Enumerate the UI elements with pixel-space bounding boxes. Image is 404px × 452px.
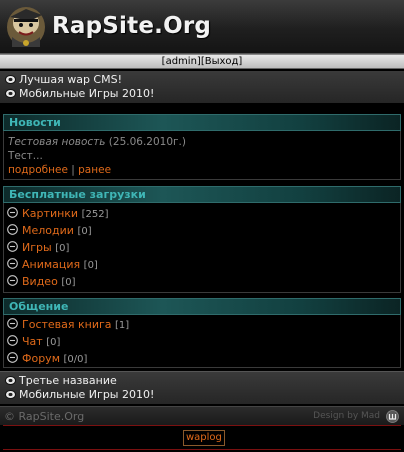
social-item[interactable]: Чат [0] (4, 333, 400, 350)
circle-minus-icon (7, 318, 18, 329)
download-item[interactable]: Анимация [0] (4, 256, 400, 273)
news-separator: | (71, 164, 75, 176)
bulb-icon (5, 390, 16, 399)
circle-minus-icon (7, 224, 18, 235)
news-text: Тест... (8, 150, 43, 162)
social-heading: Общение (3, 298, 401, 315)
circle-minus-icon (7, 352, 18, 363)
news-heading: Новости (3, 114, 401, 131)
circle-minus-icon (7, 241, 18, 252)
social-body: Гостевая книга [1] Чат [0] Форум [0/0] (3, 315, 401, 368)
logout-link[interactable]: [Выход] (201, 56, 243, 67)
top-link-label[interactable]: Лучшая wap CMS! (19, 73, 122, 86)
downloads-heading: Бесплатные загрузки (3, 186, 401, 203)
social-label[interactable]: Гостевая книга (22, 318, 112, 331)
download-label[interactable]: Мелодии (22, 224, 74, 237)
top-links-panel: Лучшая wap CMS! Мобильные Игры 2010! (0, 71, 404, 104)
download-count: [0] (61, 277, 76, 288)
bottom-link-label[interactable]: Мобильные Игры 2010! (19, 388, 154, 401)
bulb-icon (5, 75, 16, 84)
copyright: © RapSite.Org (4, 410, 85, 423)
download-count: [0] (83, 260, 98, 271)
download-label[interactable]: Игры (22, 241, 52, 254)
admin-link[interactable]: [admin] (162, 56, 201, 67)
waplog-counter[interactable]: waplog (183, 430, 225, 446)
site-title[interactable]: RapSite.Org (52, 13, 211, 39)
download-label[interactable]: Анимация (22, 258, 80, 271)
social-count: [1] (115, 320, 130, 331)
design-credit[interactable]: Design by Mad (313, 411, 380, 421)
social-item[interactable]: Форум [0/0] (4, 350, 400, 367)
bottom-link-label[interactable]: Третье название (19, 374, 117, 387)
bulb-icon (5, 376, 16, 385)
circle-minus-icon (7, 335, 18, 346)
social-item[interactable]: Гостевая книга [1] (4, 316, 400, 333)
social-label[interactable]: Форум (22, 352, 60, 365)
bottom-links-panel: Третье название Мобильные Игры 2010! (0, 371, 404, 405)
top-link-label[interactable]: Мобильные Игры 2010! (19, 87, 154, 100)
social-label[interactable]: Чат (22, 335, 43, 348)
download-item[interactable]: Мелодии [0] (4, 222, 400, 239)
download-count: [0] (55, 243, 70, 254)
bottom-link-item[interactable]: Третье название (0, 374, 404, 388)
news-date: (25.06.2010г.) (108, 136, 186, 148)
news-title[interactable]: Тестовая новость (8, 136, 105, 148)
top-link-item[interactable]: Мобильные Игры 2010! (0, 87, 404, 101)
bulb-icon (5, 89, 16, 98)
news-earlier-link[interactable]: ранее (78, 164, 111, 176)
counter-bar: waplog (3, 425, 401, 450)
footer: © RapSite.Org Design by Mad (0, 406, 404, 425)
download-count: [252] (81, 209, 109, 220)
site-header: RapSite.Org (0, 0, 404, 54)
circle-minus-icon (7, 207, 18, 218)
download-label[interactable]: Картинки (22, 207, 78, 220)
designer-logo-icon[interactable] (386, 410, 399, 423)
download-item[interactable]: Картинки [252] (4, 205, 400, 222)
download-label[interactable]: Видео (22, 275, 58, 288)
social-count: [0] (46, 337, 61, 348)
circle-minus-icon (7, 258, 18, 269)
news-body: Тестовая новость (25.06.2010г.) Тест... … (3, 131, 401, 180)
downloads-body: Картинки [252] Мелодии [0] Игры [0] Аним… (3, 203, 401, 293)
rapper-mascot-icon[interactable] (4, 3, 48, 49)
download-item[interactable]: Игры [0] (4, 239, 400, 256)
download-count: [0] (77, 226, 92, 237)
news-more-link[interactable]: подробнее (8, 164, 68, 176)
circle-minus-icon (7, 275, 18, 286)
top-link-item[interactable]: Лучшая wap CMS! (0, 73, 404, 87)
social-count: [0/0] (63, 354, 88, 365)
download-item[interactable]: Видео [0] (4, 273, 400, 290)
bottom-link-item[interactable]: Мобильные Игры 2010! (0, 388, 404, 402)
auth-bar: [admin][Выход] (0, 54, 404, 69)
page: RapSite.Org [admin][Выход] Лучшая wap CM… (0, 0, 404, 452)
